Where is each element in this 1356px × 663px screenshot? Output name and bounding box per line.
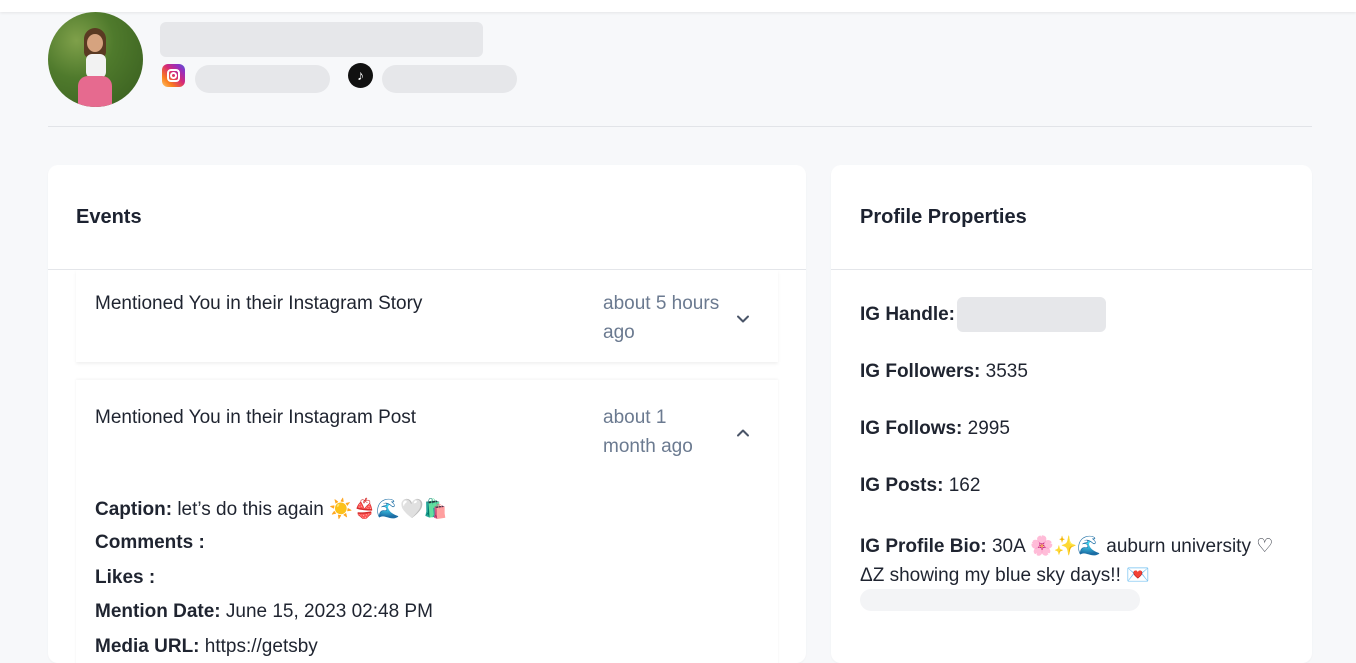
event-time: about 5 hours ago [603,293,720,343]
comments-label: Comments : [95,532,205,553]
event-item[interactable]: Mentioned You in their Instagram Story a… [76,270,778,362]
profile-properties-card: Profile Properties IG Handle: IG Followe… [831,165,1312,663]
ig-handle-label: IG Handle: [860,304,956,325]
profile-properties-title: Profile Properties [831,165,1312,270]
event-title: Mentioned You in their Instagram Post [95,407,417,428]
media-url-label: Media URL: [95,636,200,657]
event-item[interactable]: Mentioned You in their Instagram Post ab… [76,380,778,663]
top-bar [0,0,1356,12]
ig-followers-value: 3535 [985,361,1028,382]
events-title: Events [48,165,806,270]
ig-handle-placeholder [957,297,1106,332]
tiktok-handle-placeholder[interactable] [382,65,517,93]
caption-row: Caption: let’s do this again ☀️👙🌊🤍🛍️ [95,497,447,521]
ig-bio-row: IG Profile Bio: 30A 🌸✨🌊 auburn universit… [860,532,1290,590]
ig-followers-label: IG Followers: [860,361,981,382]
instagram-handle-placeholder[interactable] [195,65,330,93]
events-card: Events Mentioned You in their Instagram … [48,165,806,663]
mention-date-value: June 15, 2023 02:48 PM [225,601,433,622]
likes-row: Likes : [95,567,155,589]
ig-follows-row: IG Follows: 2995 [860,418,1010,440]
media-url-row: Media URL: https://getsby [95,636,318,658]
ig-posts-label: IG Posts: [860,475,944,496]
media-url-link[interactable]: https://getsby [205,636,318,657]
chevron-up-icon[interactable] [736,426,750,440]
chevron-down-icon[interactable] [736,312,750,326]
event-time: about 1 month ago [603,407,693,457]
ig-handle-row: IG Handle: [860,304,955,326]
name-placeholder [160,22,483,57]
ig-follows-value: 2995 [967,418,1010,439]
ig-followers-row: IG Followers: 3535 [860,361,1028,383]
tiktok-icon[interactable]: ♪ [348,63,373,88]
caption-value: let’s do this again ☀️👙🌊🤍🛍️ [177,499,448,520]
ig-follows-label: IG Follows: [860,418,963,439]
profile-header: ♪ [48,12,1312,127]
ig-bio-label: IG Profile Bio: [860,536,987,557]
mention-date-row: Mention Date: June 15, 2023 02:48 PM [95,601,433,623]
instagram-icon[interactable] [162,64,185,87]
comments-row: Comments : [95,532,205,554]
mention-date-label: Mention Date: [95,601,221,622]
likes-label: Likes : [95,567,156,588]
bio-blur-placeholder [860,589,1140,611]
ig-posts-row: IG Posts: 162 [860,475,980,497]
ig-posts-value: 162 [948,475,981,496]
event-title: Mentioned You in their Instagram Story [95,293,423,314]
avatar [48,12,143,107]
caption-label: Caption: [95,499,173,520]
